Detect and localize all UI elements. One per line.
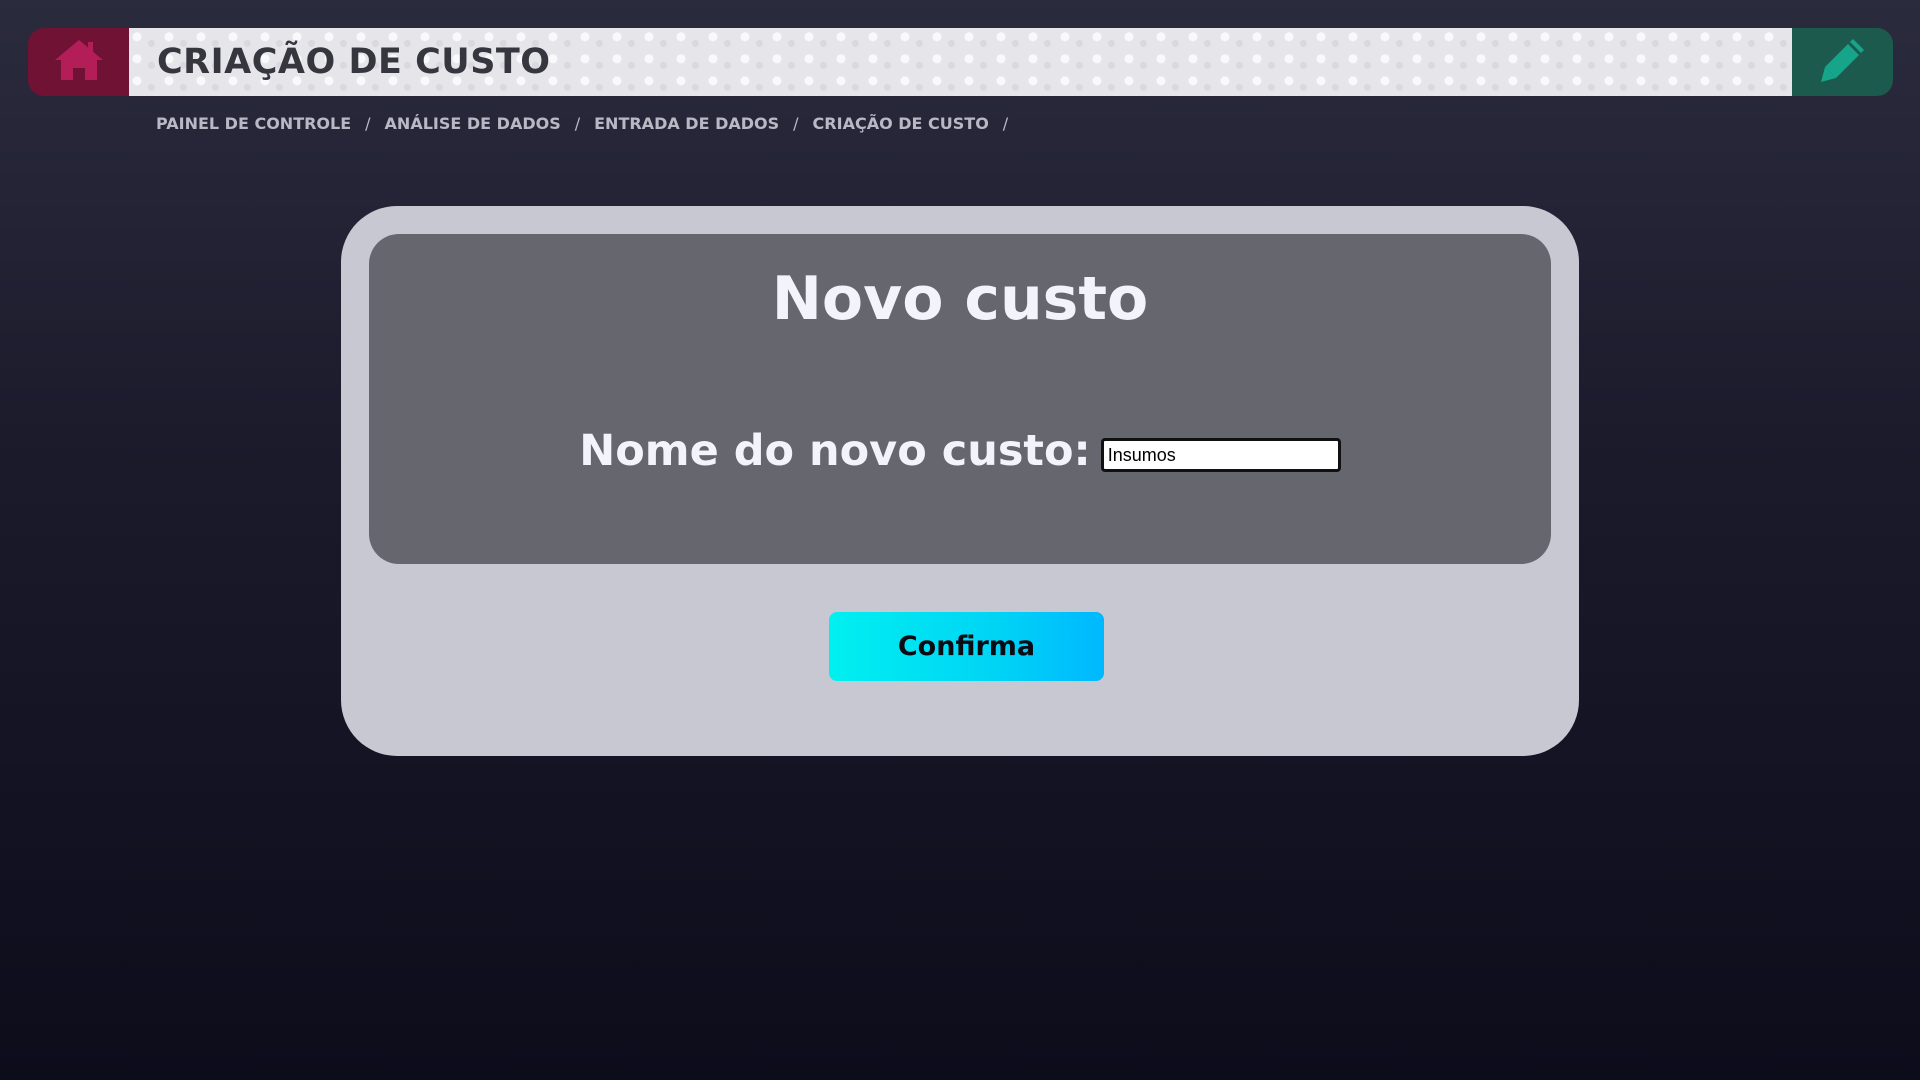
breadcrumb: PAINEL DE CONTROLE / ANÁLISE DE DADOS / … xyxy=(156,114,1022,133)
header-bar: CRIAÇÃO DE CUSTO xyxy=(28,28,1893,96)
cost-name-row: Nome do novo custo: xyxy=(369,426,1551,476)
new-cost-card: Novo custo Nome do novo custo: Confirma xyxy=(341,206,1579,756)
breadcrumb-separator: / xyxy=(365,114,371,133)
breadcrumb-item-criacao-de-custo[interactable]: CRIAÇÃO DE CUSTO xyxy=(813,114,989,133)
cost-name-input[interactable] xyxy=(1100,438,1341,472)
page-title: CRIAÇÃO DE CUSTO xyxy=(157,42,551,82)
breadcrumb-separator: / xyxy=(1002,114,1009,133)
new-cost-form-panel: Novo custo Nome do novo custo: xyxy=(369,234,1551,564)
breadcrumb-item-painel-de-controle[interactable]: PAINEL DE CONTROLE xyxy=(156,114,351,133)
breadcrumb-item-analise-de-dados[interactable]: ANÁLISE DE DADOS xyxy=(385,114,561,133)
home-button[interactable] xyxy=(28,28,129,96)
breadcrumb-separator: / xyxy=(793,114,799,133)
breadcrumb-item-entrada-de-dados[interactable]: ENTRADA DE DADOS xyxy=(594,114,779,133)
pencil-icon xyxy=(1818,35,1868,89)
breadcrumb-separator: / xyxy=(574,114,581,133)
cost-name-label: Nome do novo custo: xyxy=(579,426,1091,476)
title-bar: CRIAÇÃO DE CUSTO xyxy=(129,28,1792,96)
edit-button[interactable] xyxy=(1792,28,1893,96)
home-icon xyxy=(53,38,105,86)
confirm-button[interactable]: Confirma xyxy=(829,612,1104,681)
card-title: Novo custo xyxy=(771,264,1149,334)
